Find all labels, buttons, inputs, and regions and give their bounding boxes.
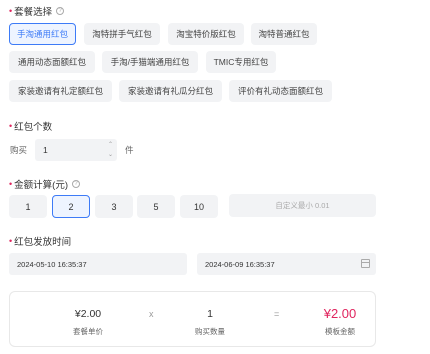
unit-price-label: 套餐单价 — [73, 327, 103, 336]
time-section-label: • 红包发放时间 — [9, 236, 72, 248]
quantity-value[interactable]: 1 — [43, 145, 48, 155]
question-circle-icon[interactable]: ? — [56, 7, 65, 15]
package-option[interactable]: 通用动态面额红包 — [9, 51, 95, 73]
question-circle-icon[interactable]: ? — [71, 180, 80, 188]
total-amount-label: 模板金额 — [325, 327, 355, 336]
package-option[interactable]: 手淘通用红包 — [9, 23, 76, 45]
multiply-sign: x — [149, 309, 154, 319]
package-option[interactable]: 评价有礼动态面额红包 — [229, 80, 332, 102]
amount-option[interactable]: 5 — [137, 195, 175, 218]
end-time-field[interactable]: 2024-06-09 16:35:37 — [197, 253, 376, 275]
quantity-unit: 件 — [125, 145, 134, 155]
chevron-down-icon[interactable]: ⌄ — [108, 151, 113, 159]
calendar-icon[interactable] — [361, 259, 370, 268]
package-option[interactable]: 手淘/手猫端通用红包 — [102, 51, 198, 73]
total-amount: ¥2.00 — [323, 306, 357, 321]
package-option[interactable]: 淘特拼手气红包 — [84, 23, 160, 45]
custom-amount-input[interactable]: 自定义最小 0.01 — [229, 194, 376, 217]
amount-option[interactable]: 2 — [52, 195, 90, 218]
package-option[interactable]: 淘特普通红包 — [251, 23, 317, 45]
quantity-prefix: 购买 — [10, 145, 28, 155]
quantity-section-label: • 红包个数 — [9, 121, 53, 133]
unit-price: ¥2.00 — [74, 308, 102, 320]
end-time-value: 2024-06-09 16:35:37 — [205, 259, 275, 269]
equals-sign: = — [274, 309, 280, 319]
price-summary: ¥2.00 套餐单价 x 1 购买数量 = ¥2.00 模板金额 — [9, 291, 376, 347]
package-option[interactable]: 家装邀请有礼定额红包 — [9, 80, 112, 102]
purchase-count-label: 购买数量 — [195, 327, 225, 336]
amount-option[interactable]: 10 — [180, 195, 218, 218]
chevron-up-icon[interactable]: ⌃ — [108, 141, 113, 149]
start-time-field[interactable]: 2024-05-10 16:35:37 — [9, 253, 187, 275]
quantity-stepper[interactable]: 1 ⌃ ⌄ — [35, 139, 117, 161]
start-time-value: 2024-05-10 16:35:37 — [17, 259, 87, 269]
package-option[interactable]: TMIC专用红包 — [206, 51, 276, 73]
package-option[interactable]: 家装邀请有礼瓜分红包 — [119, 80, 222, 102]
amount-option[interactable]: 1 — [9, 195, 47, 218]
amount-section-label: • 金额计算(元) ? — [9, 177, 80, 191]
package-option[interactable]: 淘宝特价版红包 — [168, 23, 244, 45]
amount-option[interactable]: 3 — [95, 195, 133, 218]
purchase-count: 1 — [207, 308, 213, 320]
package-section-label: • 套餐选择 ? — [9, 4, 65, 18]
